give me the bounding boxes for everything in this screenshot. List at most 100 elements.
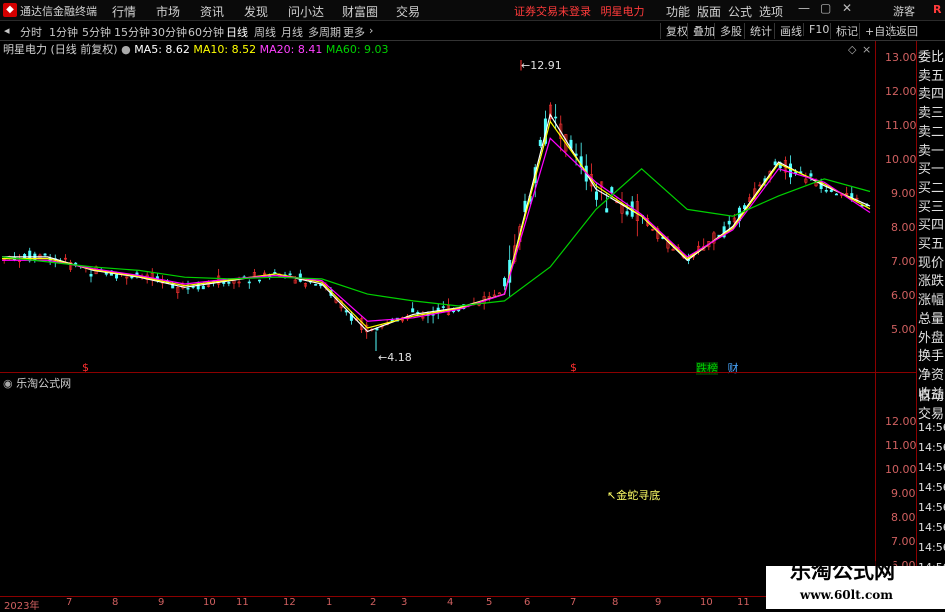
- x-label: 10: [203, 597, 216, 608]
- menu-news[interactable]: 资讯: [200, 3, 224, 20]
- settings-circle-icon[interactable]: ◉: [3, 377, 13, 390]
- more-chevron-icon[interactable]: ›: [369, 24, 373, 37]
- x-label: 7: [66, 597, 73, 608]
- x-label: 9: [158, 597, 165, 608]
- candle-body: [554, 116, 558, 119]
- login-status: 证券交易未登录 明星电力: [514, 3, 645, 19]
- close-icon[interactable]: ✕: [842, 1, 852, 15]
- menu-wealth[interactable]: 财富圈: [342, 3, 378, 20]
- candle-body: [115, 274, 119, 279]
- candlestick-chart[interactable]: [0, 55, 875, 373]
- side-label: 14:56: [918, 421, 945, 434]
- candle-body: [538, 139, 542, 146]
- candle-body: [625, 211, 629, 215]
- period-arrow-icon[interactable]: ◂: [4, 24, 10, 37]
- side-label: 买五: [918, 237, 945, 252]
- period-30min[interactable]: 30分钟: [151, 24, 187, 40]
- side-label: 交易: [918, 407, 945, 422]
- candle-body: [130, 276, 134, 279]
- f10-button[interactable]: F10: [803, 23, 829, 36]
- candle-body: [288, 273, 292, 276]
- candle-body: [441, 306, 445, 308]
- candle-body: [257, 279, 261, 282]
- sub-y-label: 9.00: [891, 487, 916, 500]
- period-15min[interactable]: 15分钟: [114, 24, 150, 40]
- sub-y-label: 7.00: [891, 535, 916, 548]
- watermark-url: www.60lt.com: [800, 588, 893, 602]
- x-label: 10: [700, 597, 713, 608]
- sub-y-label: 8.00: [891, 511, 916, 524]
- period-multi[interactable]: 多周期: [308, 24, 341, 40]
- period-more[interactable]: 更多: [343, 24, 365, 40]
- x-label: 2: [370, 597, 377, 608]
- side-label: 14:56: [918, 541, 945, 554]
- period-5min[interactable]: 5分钟: [82, 24, 111, 40]
- side-label: 14:56: [918, 461, 945, 474]
- event-tags[interactable]: 跌榜 财: [696, 360, 739, 376]
- overlay-button[interactable]: 叠加: [687, 23, 715, 39]
- menu-formula[interactable]: 公式: [728, 3, 752, 20]
- candle-body: [605, 208, 609, 213]
- menu-markets[interactable]: 市场: [156, 3, 180, 20]
- y-label: 6.00: [891, 289, 916, 302]
- x-label: 12: [283, 597, 296, 608]
- x-label: 8: [112, 597, 119, 608]
- candle-body: [273, 272, 277, 274]
- stats-button[interactable]: 统计: [744, 23, 772, 39]
- period-1min[interactable]: 1分钟: [49, 24, 78, 40]
- period-60min[interactable]: 60分钟: [188, 24, 224, 40]
- period-intraday[interactable]: 分时: [20, 24, 42, 40]
- candle-body: [497, 292, 501, 295]
- y-label: 13.00: [885, 51, 917, 64]
- draw-line-button[interactable]: 画线: [774, 23, 802, 39]
- x-label: 6: [524, 597, 531, 608]
- candle-body: [43, 253, 47, 256]
- candle-body: [227, 281, 231, 284]
- ma-line-ma60: [1, 167, 871, 307]
- period-daily[interactable]: 日线: [226, 24, 248, 40]
- menu-trade[interactable]: 交易: [396, 3, 420, 20]
- r-icon[interactable]: R: [933, 3, 941, 16]
- candle-body: [186, 287, 190, 290]
- guest-button[interactable]: 游客: [893, 3, 915, 19]
- menu-options[interactable]: 选项: [759, 3, 783, 20]
- low-price-label: ←4.18: [378, 351, 412, 364]
- x-label: 9: [655, 597, 662, 608]
- period-weekly[interactable]: 周线: [254, 24, 276, 40]
- x-label: 4: [447, 597, 454, 608]
- period-monthly[interactable]: 月线: [281, 24, 303, 40]
- high-price-label: ←12.91: [521, 59, 562, 72]
- candle-body: [411, 308, 415, 313]
- menu-discover[interactable]: 发现: [244, 3, 268, 20]
- menu-functions[interactable]: 功能: [666, 3, 690, 20]
- x-label: 5: [486, 597, 493, 608]
- x-label: 7: [570, 597, 577, 608]
- minimize-icon[interactable]: —: [798, 1, 810, 15]
- side-label: 净资: [918, 367, 945, 383]
- tag-finance[interactable]: 财: [728, 362, 739, 375]
- side-label: 买四: [918, 218, 945, 234]
- menu-ask[interactable]: 问小达: [288, 3, 324, 20]
- formula-signal-text: 金蛇寻底: [616, 489, 661, 502]
- menu-market[interactable]: 行情: [112, 3, 136, 20]
- candle-body: [492, 294, 496, 297]
- back-button[interactable]: 返回: [890, 23, 918, 39]
- menu-layout[interactable]: 版面: [697, 3, 721, 20]
- multi-stock-button[interactable]: 多股: [714, 23, 742, 39]
- tag-drop[interactable]: 跌榜: [696, 362, 718, 375]
- side-label: 14:56: [918, 501, 945, 514]
- y-label: 7.00: [891, 255, 916, 268]
- adjust-button[interactable]: 复权: [660, 23, 688, 39]
- candle-body: [789, 163, 793, 178]
- x-label: 3: [401, 597, 408, 608]
- side-label: 14:56: [918, 521, 945, 534]
- panel-divider: [0, 372, 916, 373]
- candle-body: [74, 262, 78, 265]
- y-label: 9.00: [891, 187, 916, 200]
- mark-button[interactable]: 标记: [830, 23, 858, 39]
- app-title: 通达信金融终端: [20, 5, 97, 18]
- candle-body: [834, 193, 838, 196]
- side-divider: [916, 41, 917, 606]
- side-label: 卖三: [918, 106, 945, 122]
- restore-icon[interactable]: ▢: [820, 1, 831, 15]
